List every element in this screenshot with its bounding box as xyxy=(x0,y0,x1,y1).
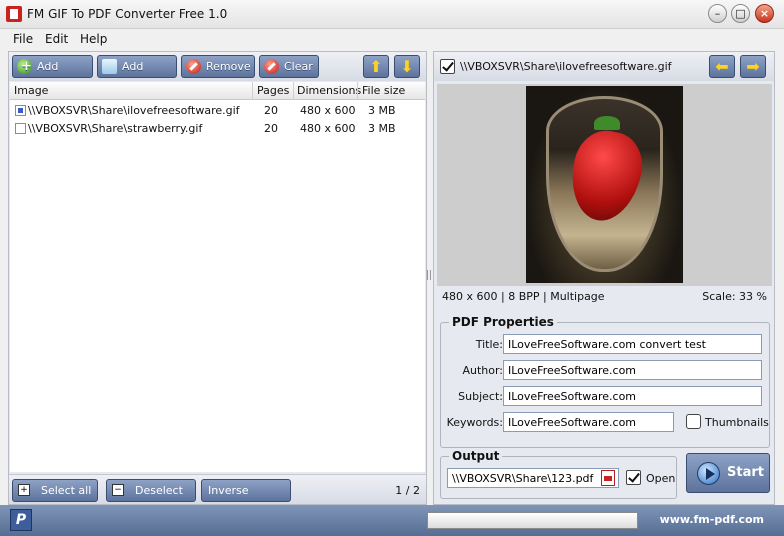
deselect-all-button[interactable]: − Deselect all xyxy=(106,479,196,518)
row-pages: 20 xyxy=(264,122,278,135)
menu-file[interactable]: File xyxy=(13,32,33,46)
file-table: Image Pages Dimensions File size \\VBOXS… xyxy=(10,82,425,472)
remove-label: Remove xyxy=(206,60,251,73)
arrow-up-icon: ⬆ xyxy=(369,57,383,76)
pdf-properties-legend: PDF Properties xyxy=(449,315,557,329)
add-folder-button[interactable]: Add folder xyxy=(97,55,177,94)
row-pages: 20 xyxy=(264,104,278,117)
select-all-icon: + xyxy=(18,484,30,496)
menu-help[interactable]: Help xyxy=(80,32,107,46)
selection-bar: + Select all − Deselect all Inverse sele… xyxy=(9,474,426,518)
move-up-button[interactable]: ⬆ xyxy=(363,55,389,78)
pdf-properties-group: PDF Properties Title: Author: Subject: K… xyxy=(440,315,770,448)
row-checkbox[interactable] xyxy=(15,123,26,134)
maximize-button[interactable]: □ xyxy=(731,4,750,23)
title-input[interactable] xyxy=(503,334,762,354)
app-window: FM GIF To PDF Converter Free 1.0 – □ × F… xyxy=(0,0,784,536)
preview-image xyxy=(526,86,683,283)
status-bar: P www.fm-pdf.com xyxy=(0,505,784,536)
thumbnails-checkbox[interactable] xyxy=(686,414,701,429)
table-row[interactable]: \\VBOXSVR\Share\strawberry.gif 20 480 x … xyxy=(10,120,425,137)
author-label: Author: xyxy=(462,364,503,377)
arrow-right-icon: ➡ xyxy=(746,57,760,76)
header-image[interactable]: Image xyxy=(14,84,48,97)
row-image-path: \\VBOXSVR\Share\strawberry.gif xyxy=(28,122,203,135)
row-dimensions: 480 x 600 xyxy=(300,122,356,135)
next-file-button[interactable]: ➡ xyxy=(740,55,766,78)
preview-header: \\VBOXSVR\Share\ilovefreesoftware.gif ⬅ … xyxy=(434,52,774,81)
start-label: Start xyxy=(727,465,764,480)
inverse-selection-button[interactable]: Inverse selection xyxy=(201,479,291,518)
open-checkbox[interactable] xyxy=(626,470,641,485)
add-icon xyxy=(17,56,32,77)
folder-icon xyxy=(102,59,117,74)
deselect-all-icon: − xyxy=(112,484,124,496)
table-header: Image Pages Dimensions File size xyxy=(10,82,425,100)
image-preview-area xyxy=(437,84,772,286)
keywords-label: Keywords: xyxy=(446,416,503,429)
minimize-button[interactable]: – xyxy=(708,4,727,23)
output-legend: Output xyxy=(449,449,503,463)
image-info: 480 x 600 | 8 BPP | Multipage xyxy=(442,290,605,303)
select-all-button[interactable]: + Select all xyxy=(12,479,98,502)
header-dimensions[interactable]: Dimensions xyxy=(297,84,361,97)
subject-label: Subject: xyxy=(458,390,503,403)
pdf-logo-icon: P xyxy=(10,509,32,531)
preview-file-path: \\VBOXSVR\Share\ilovefreesoftware.gif xyxy=(460,60,672,73)
header-pages[interactable]: Pages xyxy=(257,84,289,97)
remove-icon xyxy=(186,59,201,74)
menu-bar: File Edit Help xyxy=(0,29,784,49)
header-file-size[interactable]: File size xyxy=(362,84,405,97)
progress-bar xyxy=(427,512,638,529)
title-label: Title: xyxy=(475,338,503,351)
subject-input[interactable] xyxy=(503,386,762,406)
remove-button[interactable]: Remove xyxy=(181,55,255,78)
app-pdf-icon xyxy=(6,6,22,22)
website-link[interactable]: www.fm-pdf.com xyxy=(660,513,764,526)
open-label: Open xyxy=(646,472,676,485)
table-row[interactable]: \\VBOXSVR\Share\ilovefreesoftware.gif 20… xyxy=(10,102,425,119)
keywords-input[interactable] xyxy=(503,412,674,432)
arrow-left-icon: ⬅ xyxy=(715,57,729,76)
clear-button[interactable]: Clear xyxy=(259,55,319,78)
move-down-button[interactable]: ⬇ xyxy=(394,55,420,78)
row-checkbox[interactable] xyxy=(15,105,26,116)
select-all-label: Select all xyxy=(41,484,92,497)
row-file-size: 3 MB xyxy=(368,104,396,117)
row-file-size: 3 MB xyxy=(368,122,396,135)
row-image-path: \\VBOXSVR\Share\ilovefreesoftware.gif xyxy=(28,104,240,117)
play-icon xyxy=(697,462,720,485)
image-info-bar: 480 x 600 | 8 BPP | Multipage Scale: 33 … xyxy=(437,288,772,306)
output-path-input[interactable] xyxy=(447,468,619,488)
page-count: 1 / 2 xyxy=(395,484,420,497)
list-toolbar: Add image Add folder Remove Clear ⬆ ⬇ xyxy=(9,52,426,94)
file-list-panel: Add image Add folder Remove Clear ⬆ ⬇ Im… xyxy=(8,51,427,518)
previous-file-button[interactable]: ⬅ xyxy=(709,55,735,78)
panel-splitter[interactable] xyxy=(427,270,431,280)
window-title: FM GIF To PDF Converter Free 1.0 xyxy=(27,7,228,21)
clear-icon xyxy=(264,59,279,74)
start-button[interactable]: Start xyxy=(686,453,770,493)
clear-label: Clear xyxy=(284,60,313,73)
menu-edit[interactable]: Edit xyxy=(45,32,68,46)
pdf-file-icon[interactable] xyxy=(601,470,615,486)
title-bar: FM GIF To PDF Converter Free 1.0 – □ × xyxy=(0,0,784,29)
preview-scale: Scale: 33 % xyxy=(702,290,767,303)
arrow-down-icon: ⬇ xyxy=(400,57,414,76)
thumbnails-label: Thumbnails xyxy=(705,416,769,429)
preview-panel: \\VBOXSVR\Share\ilovefreesoftware.gif ⬅ … xyxy=(433,51,775,505)
preview-include-checkbox[interactable] xyxy=(440,59,455,74)
leaf-shape xyxy=(594,116,620,130)
close-button[interactable]: × xyxy=(755,4,774,23)
author-input[interactable] xyxy=(503,360,762,380)
output-group: Output Open xyxy=(440,449,677,499)
row-dimensions: 480 x 600 xyxy=(300,104,356,117)
add-image-button[interactable]: Add image xyxy=(12,55,93,94)
